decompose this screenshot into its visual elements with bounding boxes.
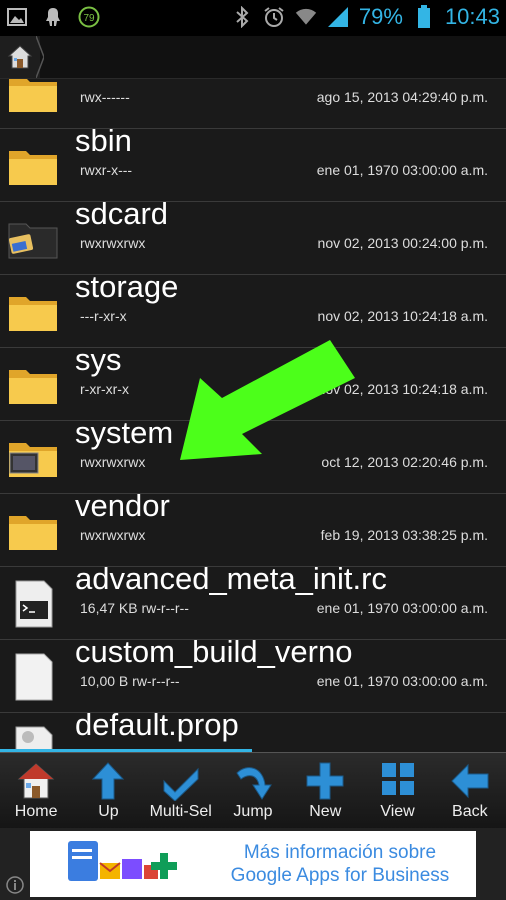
list-item[interactable]: advanced_meta_init.rc 16,47 KB rw-r--r--… <box>0 561 506 640</box>
wifi-icon <box>295 6 317 28</box>
file-permissions: rwxrwxrwx <box>80 527 146 543</box>
bottom-toolbar: Home Up Multi-Sel Jump New View Back <box>0 752 506 829</box>
back-label: Back <box>452 803 488 820</box>
file-name: sdcard <box>75 196 169 231</box>
battery-icon <box>413 5 435 28</box>
arrow-up-icon <box>92 762 125 800</box>
plus-icon <box>306 762 344 800</box>
file-date: ene 01, 1970 03:00:00 a.m. <box>316 600 488 616</box>
list-item[interactable]: sbin rwxr-x--- ene 01, 1970 03:00:00 a.m… <box>0 123 506 202</box>
folder-icon <box>9 516 57 550</box>
file-name: sbin <box>75 123 132 158</box>
ad-text: Más información sobre Google Apps for Bu… <box>220 841 460 887</box>
file-name: custom_build_verno <box>75 634 353 669</box>
list-item[interactable]: custom_build_verno 10,00 B rw-r--r-- ene… <box>0 634 506 713</box>
settings-file-icon <box>15 726 53 751</box>
file-name: storage <box>75 269 179 304</box>
file-permissions: 10,00 B rw-r--r-- <box>80 673 180 689</box>
file-date: ene 01, 1970 03:00:00 a.m. <box>316 162 488 178</box>
notification-badge-icon: 79 <box>78 6 100 28</box>
ad-banner[interactable]: Más información sobre Google Apps for Bu… <box>30 831 476 897</box>
usb-debug-icon <box>42 6 64 28</box>
view-button[interactable]: View <box>361 753 433 829</box>
file-date: nov 02, 2013 00:24:00 p.m. <box>317 235 488 251</box>
sdcard-folder-icon <box>8 223 58 259</box>
file-permissions: rwxrwxrwx <box>80 235 146 251</box>
file-name: default.prop <box>75 707 239 742</box>
ad-line-1: Más información sobre <box>243 842 437 863</box>
file-date: ago 15, 2013 04:29:40 p.m. <box>316 89 488 105</box>
notification-badge-text: 79 <box>83 13 95 24</box>
jump-label: Jump <box>233 803 273 820</box>
system-folder-icon <box>9 443 57 477</box>
new-label: New <box>309 803 342 820</box>
back-button[interactable]: Back <box>434 753 506 829</box>
alarm-icon <box>263 6 285 28</box>
jump-button[interactable]: Jump <box>217 753 289 829</box>
folder-icon <box>9 79 57 112</box>
script-file-icon <box>15 580 53 628</box>
new-button[interactable]: New <box>289 753 361 829</box>
file-name: system <box>75 415 174 450</box>
breadcrumb-separator-icon <box>36 36 44 78</box>
arrow-left-icon <box>451 763 489 799</box>
file-permissions: r-xr-xr-x <box>80 381 129 397</box>
home-icon <box>7 45 33 69</box>
path-bar <box>0 36 506 79</box>
folder-icon <box>9 370 57 404</box>
home-button[interactable]: Home <box>0 753 72 829</box>
home-icon <box>17 763 55 799</box>
file-name: vendor <box>75 488 170 523</box>
info-icon[interactable] <box>6 876 24 894</box>
google-apps-logo-icon <box>68 841 177 881</box>
grid-view-icon <box>381 763 414 795</box>
view-label: View <box>380 803 415 820</box>
ad-line-2: Google Apps for Business <box>230 865 450 886</box>
battery-percent: 79% <box>358 4 403 29</box>
clock: 10:43 <box>444 4 500 29</box>
folder-icon <box>9 297 57 331</box>
gallery-icon <box>6 6 28 28</box>
file-date: nov 02, 2013 10:24:18 a.m. <box>317 308 488 324</box>
checkmark-icon <box>163 767 199 801</box>
list-item[interactable]: vendor rwxrwxrwx feb 19, 2013 03:38:25 p… <box>0 488 506 567</box>
ad-banner-bar: Más información sobre Google Apps for Bu… <box>0 828 506 900</box>
status-bar: 79 79% 10:43 <box>0 0 506 36</box>
file-date: feb 19, 2013 03:38:25 p.m. <box>320 527 488 543</box>
list-item[interactable]: storage ---r-xr-x nov 02, 2013 10:24:18 … <box>0 269 506 348</box>
breadcrumb-home[interactable] <box>0 36 40 78</box>
file-icon <box>15 653 53 701</box>
file-permissions: 16,47 KB rw-r--r-- <box>80 600 189 616</box>
file-permissions: rwxr-x--- <box>80 162 133 178</box>
file-permissions: ---r-xr-x <box>80 308 127 324</box>
file-permissions: rwx------ <box>80 89 130 105</box>
multi-select-label: Multi-Sel <box>149 803 212 820</box>
file-permissions: rwxrwxrwx <box>80 454 146 470</box>
list-item[interactable]: sdcard rwxrwxrwx nov 02, 2013 00:24:00 p… <box>0 196 506 275</box>
file-name: root <box>75 79 128 86</box>
bluetooth-icon <box>231 6 253 28</box>
jump-arrow-icon <box>236 767 272 800</box>
signal-icon <box>327 6 349 28</box>
home-label: Home <box>14 803 58 820</box>
file-name: advanced_meta_init.rc <box>75 561 387 596</box>
annotation-arrow-icon <box>180 340 355 460</box>
file-name: sys <box>75 342 122 377</box>
file-date: ene 01, 1970 03:00:00 a.m. <box>316 673 488 689</box>
up-button[interactable]: Up <box>72 753 144 829</box>
list-item[interactable]: default.prop <box>0 707 506 751</box>
list-item[interactable]: root rwx------ ago 15, 2013 04:29:40 p.m… <box>0 79 506 129</box>
folder-icon <box>9 151 57 185</box>
multi-select-button[interactable]: Multi-Sel <box>145 753 217 829</box>
up-label: Up <box>98 803 119 820</box>
